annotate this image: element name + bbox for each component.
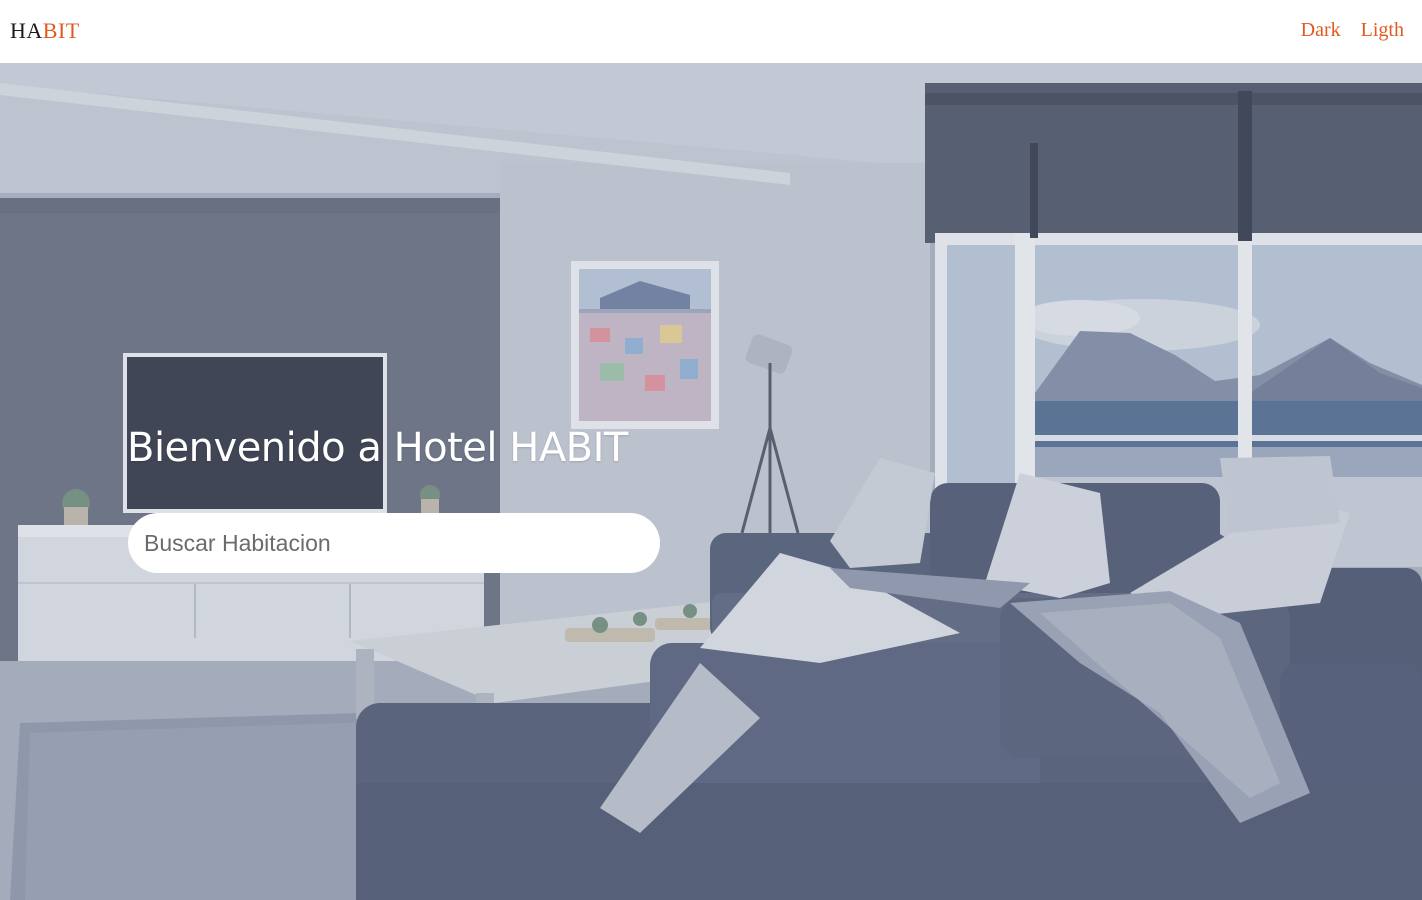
- hero-background-image: [0, 63, 1422, 900]
- logo-text-ha: HA: [10, 17, 43, 43]
- logo-text-bit: BIT: [42, 17, 80, 43]
- top-navbar: HABIT Dark Ligth: [0, 0, 1422, 63]
- hero-section: Bienvenido a Hotel HABIT: [0, 63, 1422, 900]
- light-theme-link[interactable]: Ligth: [1361, 19, 1404, 42]
- theme-switcher: Dark Ligth: [1301, 19, 1404, 42]
- brand-logo[interactable]: HABIT: [10, 17, 80, 43]
- room-search-input[interactable]: [128, 513, 660, 573]
- hero-title: Bienvenido a Hotel HABIT: [127, 425, 628, 471]
- dark-theme-link[interactable]: Dark: [1301, 19, 1341, 42]
